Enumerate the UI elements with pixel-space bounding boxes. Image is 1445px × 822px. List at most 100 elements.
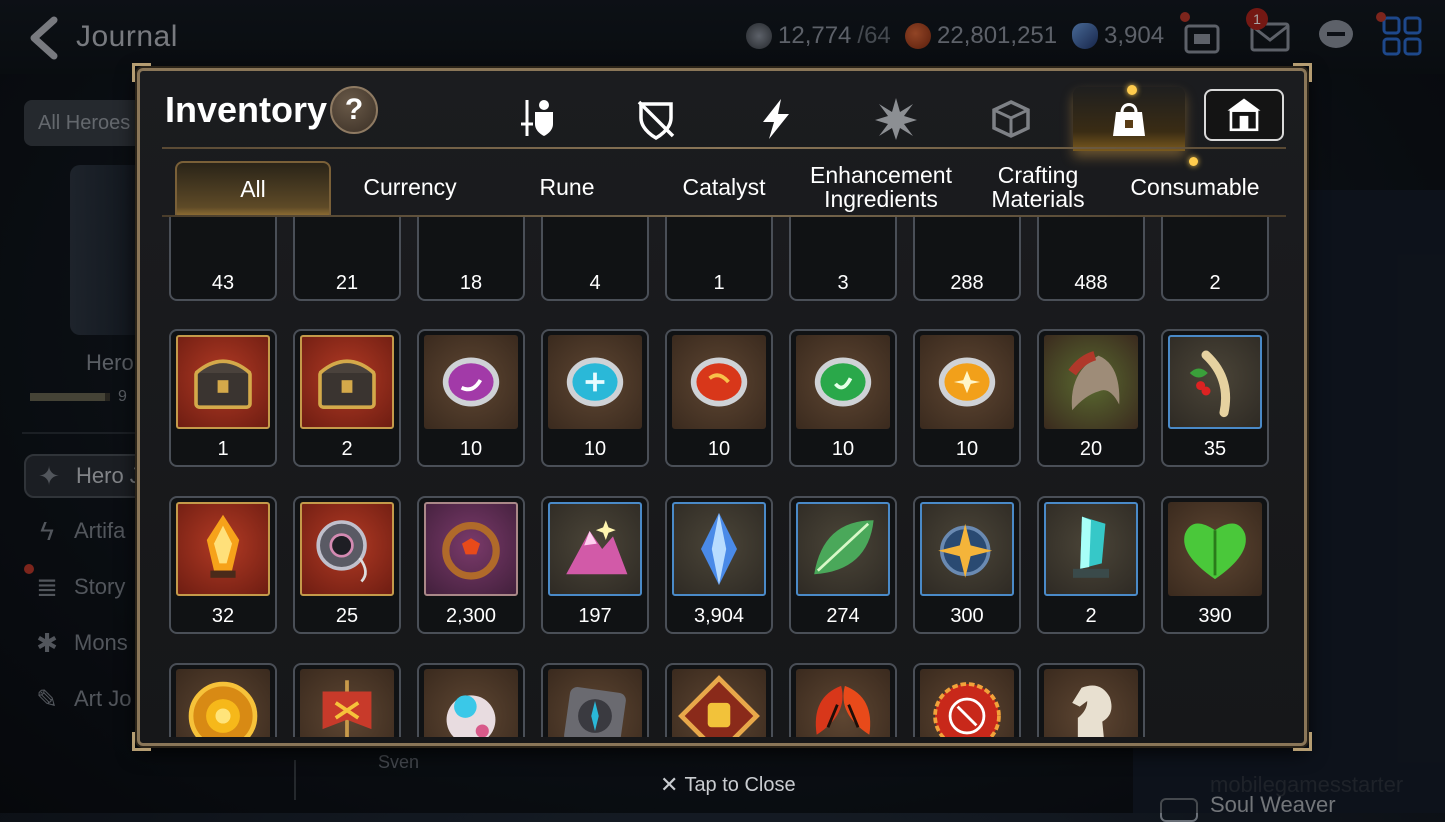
tab-label: Consumable <box>1130 174 1260 200</box>
inventory-slot[interactable]: 35 <box>1161 329 1269 467</box>
bag-icon <box>1113 103 1145 136</box>
house-icon <box>1227 98 1261 132</box>
inventory-slot[interactable]: 10 <box>789 329 897 467</box>
inventory-slot[interactable]: 18 <box>417 217 525 301</box>
item-quantity: 4 <box>589 272 601 294</box>
tab-storage[interactable] <box>1204 89 1284 141</box>
golden-chest-icon <box>300 335 394 429</box>
inventory-slot[interactable]: 2 <box>293 329 401 467</box>
inventory-slot[interactable]: 390 <box>1161 496 1269 634</box>
cyan-rune-icon <box>548 335 642 429</box>
inventory-slot[interactable]: 274 <box>789 496 897 634</box>
item-quantity: 274 <box>826 605 860 627</box>
item-quantity: 10 <box>583 438 607 460</box>
divider <box>162 147 1286 149</box>
item-quantity: 300 <box>950 605 984 627</box>
inventory-slot[interactable]: 300 <box>913 496 1021 634</box>
item-quantity: 10 <box>707 438 731 460</box>
inventory-slot[interactable]: 1,000 <box>665 663 773 737</box>
inventory-slot[interactable]: 197 <box>541 496 649 634</box>
tab-materials[interactable] <box>840 87 952 151</box>
tab-label: Catalyst <box>682 174 766 200</box>
inventory-modal: Inventory ? All Currency Rune Catalyst E… <box>132 63 1312 751</box>
gold-coin-icon <box>176 669 270 737</box>
tab-enhancement-ingredients[interactable]: Enhancement Ingredients <box>806 159 956 215</box>
spiky-burst-icon <box>875 98 917 140</box>
inventory-grid[interactable]: 43 21 18 4 1 3 288 488 2 1 2 10 10 10 10 10 20 35 32 25 2,30… <box>165 217 1285 737</box>
tab-crafting-materials[interactable]: Crafting Materials <box>963 159 1113 215</box>
inventory-slot[interactable]: 10 <box>541 663 649 737</box>
inventory-slot[interactable]: 4 <box>541 217 649 301</box>
claw-icon <box>1044 335 1138 429</box>
inventory-slot[interactable]: 21 <box>293 217 401 301</box>
inventory-slot[interactable]: 32 <box>169 496 277 634</box>
inventory-slot[interactable]: 3,904 <box>665 496 773 634</box>
new-indicator-dot <box>1127 85 1137 95</box>
item-quantity: 197 <box>578 605 612 627</box>
inventory-slot[interactable]: 3 <box>417 663 525 737</box>
tab-artifact[interactable] <box>600 87 712 151</box>
tab-box[interactable] <box>955 87 1067 151</box>
tab-label: Currency <box>363 174 457 200</box>
inventory-slot[interactable]: 288 <box>913 217 1021 301</box>
gold-rune-icon <box>920 335 1014 429</box>
inventory-slot[interactable]: 43 <box>169 217 277 301</box>
box-icon <box>992 100 1030 138</box>
inventory-slot[interactable]: 10 <box>665 329 773 467</box>
tab-catalyst[interactable]: Catalyst <box>649 159 799 215</box>
frame-corner <box>132 63 151 82</box>
inventory-slot[interactable]: 2 <box>1037 496 1145 634</box>
tab-all[interactable]: All <box>175 161 331 215</box>
inventory-slot[interactable]: 25 <box>293 496 401 634</box>
golden-chest-icon <box>176 335 270 429</box>
inventory-slot[interactable]: 1 <box>169 329 277 467</box>
leaf-icon <box>796 502 890 596</box>
tab-currency[interactable]: Currency <box>335 159 485 215</box>
inventory-slot[interactable]: 22,801,251 <box>169 663 277 737</box>
item-quantity: 3,904 <box>693 605 745 627</box>
tab-label: Rune <box>539 174 595 200</box>
red-charm-icon <box>424 502 518 596</box>
inventory-slot[interactable]: 20 <box>1037 329 1145 467</box>
inventory-slot[interactable]: 10 <box>913 329 1021 467</box>
item-quantity: 2 <box>1209 272 1221 294</box>
item-quantity: 488 <box>1074 272 1108 294</box>
inventory-slot[interactable]: 5 <box>293 663 401 737</box>
banner-icon <box>300 669 394 737</box>
item-quantity: 1 <box>217 438 229 460</box>
tab-hero-equipment[interactable] <box>480 87 592 151</box>
inventory-slot[interactable]: 488 <box>1037 217 1145 301</box>
red-rune-icon <box>672 335 766 429</box>
inventory-slot[interactable]: 1 <box>665 217 773 301</box>
tap-to-close-label: Tap to Close <box>684 773 796 796</box>
inventory-slot[interactable]: 10 <box>417 329 525 467</box>
red-leaves-icon <box>796 669 890 737</box>
inventory-slot[interactable]: 3 <box>913 663 1021 737</box>
item-quantity: 288 <box>950 272 984 294</box>
inventory-slot[interactable]: 2,300 <box>417 496 525 634</box>
inventory-slot[interactable]: 12,774 <box>1037 663 1145 737</box>
robot-icon <box>424 669 518 737</box>
tab-label: Crafting Materials <box>991 162 1085 212</box>
inventory-slot[interactable]: 13 <box>789 663 897 737</box>
item-quantity: 32 <box>211 605 235 627</box>
tab-label: All <box>240 176 266 202</box>
tab-rune[interactable]: Rune <box>492 159 642 215</box>
amulet-icon <box>300 502 394 596</box>
inventory-slot[interactable]: 10 <box>541 329 649 467</box>
item-quantity: 20 <box>1079 438 1103 460</box>
tab-skill[interactable] <box>720 87 832 151</box>
item-quantity: 390 <box>1198 605 1232 627</box>
item-quantity: 18 <box>459 272 483 294</box>
item-quantity: 10 <box>459 438 483 460</box>
tab-items[interactable] <box>1073 87 1185 151</box>
knight-piece-icon <box>1044 669 1138 737</box>
help-button[interactable]: ? <box>330 86 378 134</box>
green-rune-icon <box>796 335 890 429</box>
flame-crystal-icon <box>176 502 270 596</box>
inventory-slot[interactable]: 2 <box>1161 217 1269 301</box>
tap-to-close-button[interactable]: ✕ Tap to Close <box>660 772 796 798</box>
item-quantity: 10 <box>831 438 855 460</box>
inventory-slot[interactable]: 3 <box>789 217 897 301</box>
tab-consumable[interactable]: Consumable <box>1120 159 1270 215</box>
